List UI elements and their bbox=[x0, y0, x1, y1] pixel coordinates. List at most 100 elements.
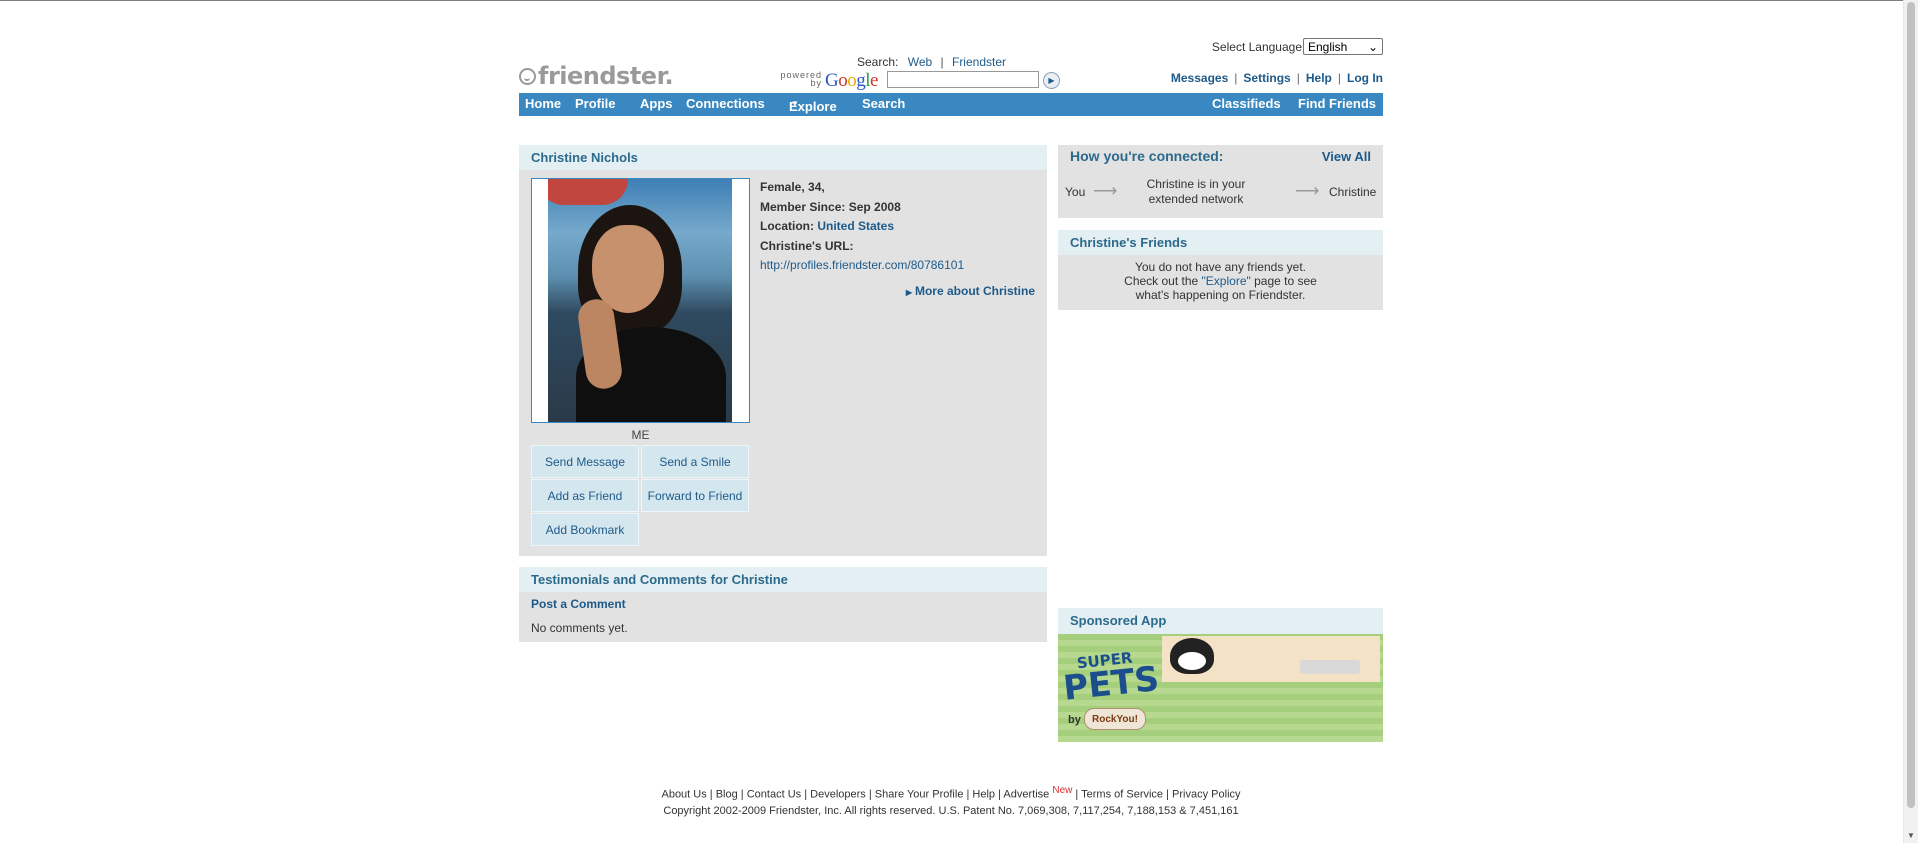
forward-to-friend-button[interactable]: Forward to Friend bbox=[641, 479, 749, 512]
friends-line-2-suffix: page to see bbox=[1250, 274, 1317, 288]
connection-title: How you're connected: bbox=[1070, 148, 1224, 164]
nav-find-friends[interactable]: Find Friends bbox=[1298, 96, 1376, 111]
add-bookmark-button[interactable]: Add Bookmark bbox=[531, 513, 639, 546]
footer-privacy-link[interactable]: Privacy Policy bbox=[1172, 789, 1240, 801]
member-since-value: Sep 2008 bbox=[848, 199, 901, 214]
friendster-logo[interactable]: friendster. bbox=[519, 62, 674, 90]
profile-panel: Christine Nichols ME Send Message Send a… bbox=[519, 145, 1047, 556]
friends-panel: Christine's Friends You do not have any … bbox=[1058, 230, 1383, 310]
connection-header: How you're connected: View All bbox=[1058, 145, 1383, 167]
more-about-label: More about Christine bbox=[914, 284, 1035, 298]
footer-terms-link[interactable]: Terms of Service bbox=[1081, 789, 1163, 801]
super-pets-logo: SUPER PETS bbox=[1060, 643, 1161, 709]
testimonials-panel: Testimonials and Comments for Christine … bbox=[519, 567, 1047, 642]
settings-link[interactable]: Settings bbox=[1243, 71, 1290, 85]
chevron-down-icon: ⌄ bbox=[1367, 39, 1378, 54]
footer-share-profile-link[interactable]: Share Your Profile bbox=[875, 789, 964, 801]
footer: About Us | Blog | Contact Us | Developer… bbox=[519, 783, 1383, 819]
more-about-link[interactable]: ▶ More about Christine bbox=[906, 284, 1035, 298]
add-friend-button[interactable]: Add as Friend bbox=[531, 479, 639, 512]
google-logo: Google bbox=[825, 70, 878, 91]
send-smile-button[interactable]: Send a Smile bbox=[641, 445, 749, 478]
send-message-button[interactable]: Send Message bbox=[531, 445, 639, 478]
nav-home[interactable]: Home bbox=[525, 96, 561, 111]
connection-path: You ⟶ Christine is in your extended netw… bbox=[1058, 175, 1383, 211]
nav-classifieds[interactable]: Classifieds bbox=[1212, 96, 1281, 111]
friends-heading: Christine's Friends bbox=[1058, 230, 1383, 255]
help-link[interactable]: Help bbox=[1306, 71, 1332, 85]
search-friendster-link[interactable]: Friendster bbox=[952, 55, 1006, 69]
connection-target: Christine bbox=[1329, 185, 1377, 199]
main-nav: Home Profile Apps Connections Explore ▼ S… bbox=[519, 93, 1383, 116]
friends-line-3: what's happening on Friendster. bbox=[1135, 288, 1306, 302]
top-links: Messages | Settings | Help | Log In bbox=[1170, 71, 1383, 85]
nav-search[interactable]: Search bbox=[862, 96, 905, 111]
connection-panel: How you're connected: View All You ⟶ Chr… bbox=[1058, 145, 1383, 218]
footer-developers-link[interactable]: Developers bbox=[810, 789, 866, 801]
sponsored-app-banner[interactable]: SUPER PETS by RockYou! bbox=[1058, 634, 1383, 742]
logo-text: friendster. bbox=[538, 62, 674, 90]
gender-age: Female, 34, bbox=[760, 180, 825, 194]
profile-photo[interactable] bbox=[548, 179, 732, 422]
footer-help-link[interactable]: Help bbox=[972, 789, 995, 801]
footer-advertise-link[interactable]: Advertise bbox=[1003, 789, 1049, 801]
rockyou-logo: RockYou! bbox=[1084, 708, 1146, 730]
profile-info: Female, 34, Member Since: Sep 2008 Locat… bbox=[760, 178, 964, 276]
search-input[interactable] bbox=[887, 71, 1039, 88]
arrow-right-icon: ⟶ bbox=[1295, 181, 1320, 200]
no-comments-text: No comments yet. bbox=[531, 621, 628, 635]
connection-you: You bbox=[1065, 185, 1086, 199]
nav-apps[interactable]: Apps bbox=[640, 96, 673, 111]
sponsored-heading: Sponsored App bbox=[1058, 608, 1383, 632]
powered-by-label: powered by bbox=[780, 70, 822, 88]
caret-down-icon: ▼ bbox=[791, 99, 799, 108]
profile-name-heading: Christine Nichols bbox=[519, 145, 1047, 170]
search-type-links: Search: Web | Friendster bbox=[857, 55, 1007, 69]
connection-middle: Christine is in your extended network bbox=[1146, 177, 1246, 206]
url-label: Christine's URL: bbox=[760, 238, 854, 253]
footer-links: About Us | Blog | Contact Us | Developer… bbox=[661, 785, 1241, 801]
profile-url-link[interactable]: http://profiles.friendster.com/80786101 bbox=[760, 258, 964, 272]
footer-contact-link[interactable]: Contact Us bbox=[747, 789, 801, 801]
friends-line-1: You do not have any friends yet. bbox=[1134, 260, 1306, 274]
footer-about-link[interactable]: About Us bbox=[661, 789, 706, 801]
arrow-right-icon: ⟶ bbox=[1093, 181, 1118, 200]
app-name-pets: PETS bbox=[1061, 659, 1161, 709]
footer-blog-link[interactable]: Blog bbox=[716, 789, 738, 801]
new-badge: New bbox=[1052, 785, 1073, 796]
login-link[interactable]: Log In bbox=[1347, 71, 1383, 85]
language-label: Select Language bbox=[1211, 39, 1302, 54]
scroll-down-arrow-icon[interactable]: ▼ bbox=[1907, 831, 1915, 840]
triangle-right-icon: ▶ bbox=[905, 288, 912, 297]
copyright-text: Copyright 2002-2009 Friendster, Inc. All… bbox=[663, 804, 1239, 817]
testimonials-heading: Testimonials and Comments for Christine bbox=[519, 567, 1047, 592]
language-selector: Select Language English ⌄ bbox=[1212, 38, 1383, 55]
page: Select Language English ⌄ friendster. Se… bbox=[519, 0, 1383, 843]
vertical-scrollbar[interactable]: ▼ bbox=[1903, 0, 1918, 843]
post-comment-link[interactable]: Post a Comment bbox=[531, 597, 626, 611]
language-value: English bbox=[1308, 39, 1348, 54]
pet-bed-image bbox=[1300, 660, 1360, 674]
friends-empty-message: You do not have any friends yet. Check o… bbox=[1058, 260, 1383, 302]
search-web-link[interactable]: Web bbox=[908, 55, 932, 69]
member-since-label: Member Since: bbox=[760, 199, 846, 214]
friends-line-2-prefix: Check out the bbox=[1124, 274, 1202, 288]
profile-photo-frame[interactable] bbox=[531, 178, 750, 423]
pet-cat-image bbox=[1170, 638, 1214, 674]
search-label: Search: bbox=[857, 55, 899, 69]
search-go-button[interactable]: ▶ bbox=[1043, 72, 1060, 89]
location-label: Location: bbox=[760, 219, 814, 233]
view-all-link[interactable]: View All bbox=[1322, 149, 1371, 164]
photo-caption: ME bbox=[631, 428, 650, 442]
messages-link[interactable]: Messages bbox=[1171, 71, 1228, 85]
sponsored-app-panel: Sponsored App SUPER PETS by RockYou! bbox=[1058, 608, 1383, 742]
scrollbar-thumb[interactable] bbox=[1907, 2, 1915, 808]
play-icon: ▶ bbox=[1048, 76, 1055, 85]
nav-profile[interactable]: Profile bbox=[575, 96, 615, 111]
nav-connections[interactable]: Connections bbox=[686, 96, 765, 111]
smiley-icon bbox=[519, 67, 536, 85]
explore-link[interactable]: "Explore" bbox=[1202, 274, 1251, 288]
by-label: by bbox=[1068, 714, 1081, 726]
language-select[interactable]: English ⌄ bbox=[1303, 38, 1383, 55]
location-link[interactable]: United States bbox=[817, 219, 894, 233]
